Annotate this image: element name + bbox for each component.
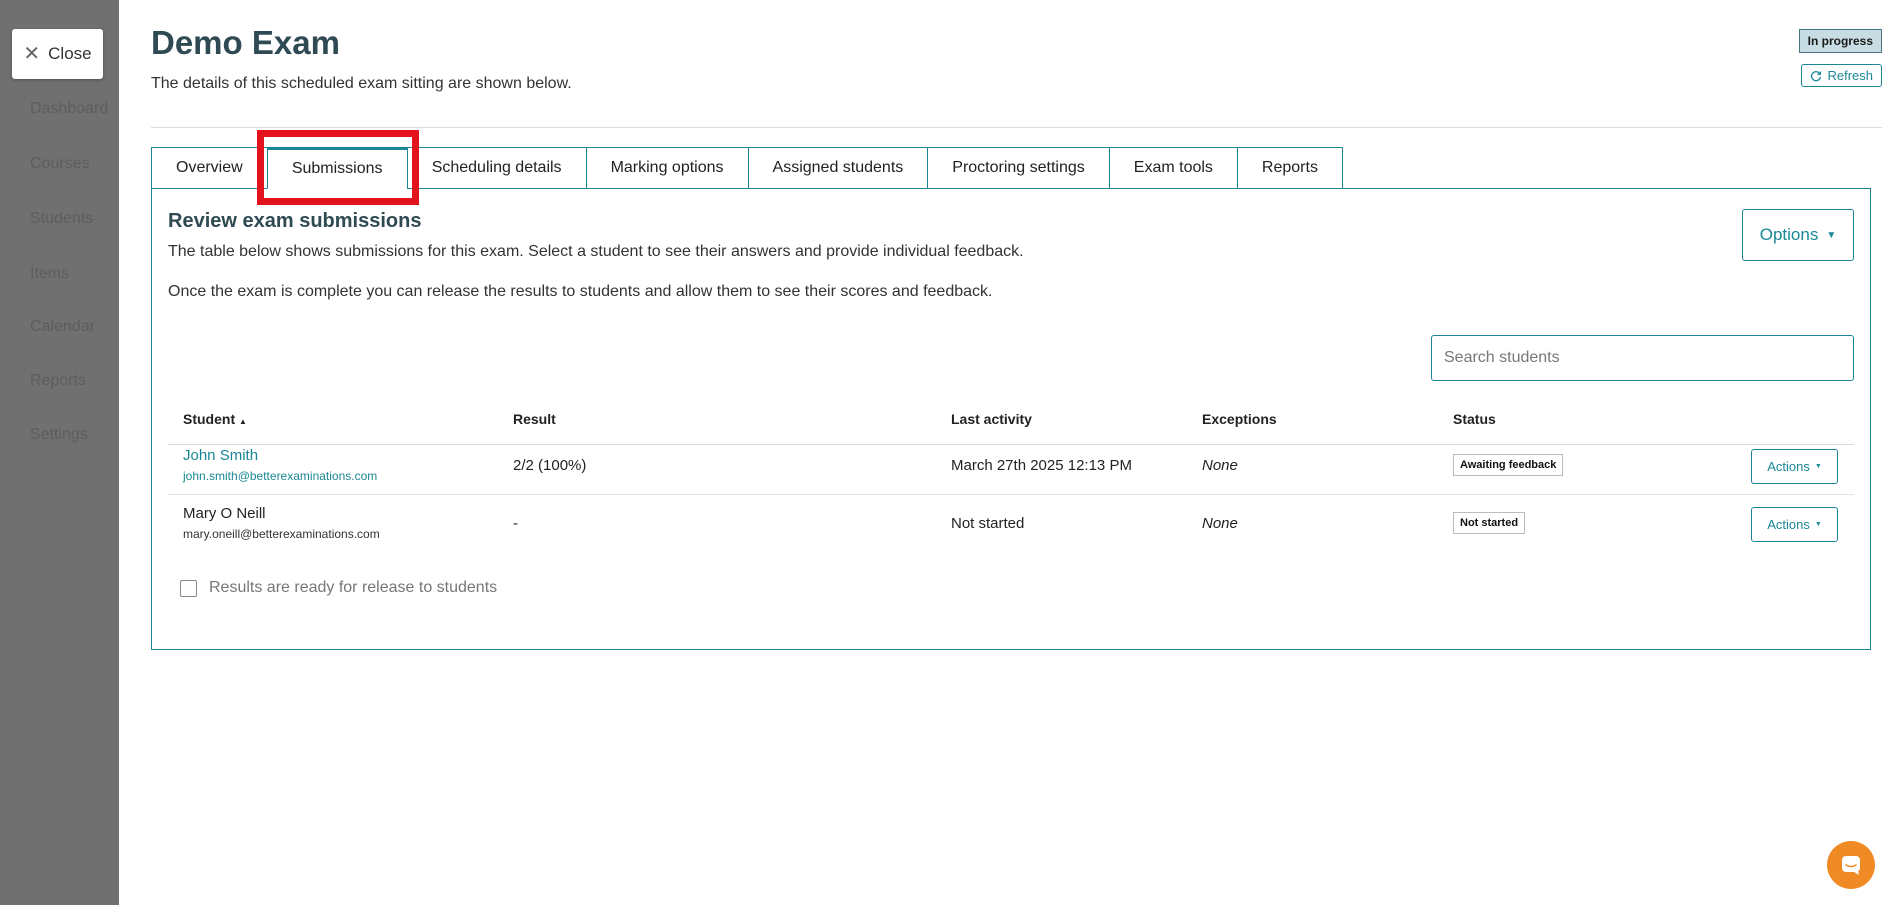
student-email: mary.oneill@betterexaminations.com xyxy=(183,527,380,541)
close-icon: ✕ xyxy=(23,43,41,65)
table-row: Mary O Neill mary.oneill@betterexaminati… xyxy=(168,495,1854,553)
tab-exam-tools[interactable]: Exam tools xyxy=(1108,147,1237,189)
exceptions-cell: None xyxy=(1202,457,1238,474)
section-heading: Review exam submissions xyxy=(168,210,422,232)
app-backdrop: Dashboard Courses Students Items Calenda… xyxy=(0,0,120,905)
sort-ascending-icon: ▲ xyxy=(239,417,247,426)
backdrop-nav-students: Students xyxy=(30,210,94,227)
release-results-label: Results are ready for release to student… xyxy=(209,579,498,596)
release-results-option[interactable]: Results are ready for release to student… xyxy=(180,579,497,597)
refresh-button[interactable]: Refresh xyxy=(1801,64,1882,87)
last-activity-cell: March 27th 2025 12:13 PM xyxy=(951,457,1132,474)
student-name-link[interactable]: John Smith xyxy=(183,447,258,464)
backdrop-nav-calendar: Calendar xyxy=(30,318,95,335)
chat-launcher-button[interactable] xyxy=(1827,841,1875,889)
tab-assigned-students[interactable]: Assigned students xyxy=(747,147,928,189)
close-button[interactable]: ✕ Close xyxy=(12,29,103,79)
options-button[interactable]: Options ▼ xyxy=(1742,209,1854,261)
page-title: Demo Exam xyxy=(151,24,340,61)
column-header-status: Status xyxy=(1453,411,1496,427)
tab-scheduling-details[interactable]: Scheduling details xyxy=(406,147,586,189)
exam-drawer: Demo Exam The details of this scheduled … xyxy=(119,0,1901,905)
chevron-down-icon: ▼ xyxy=(1814,463,1822,470)
student-name: Mary O Neill xyxy=(183,505,266,522)
column-header-result: Result xyxy=(513,411,556,427)
tab-marking-options[interactable]: Marking options xyxy=(585,147,748,189)
header-divider xyxy=(151,127,1882,128)
status-badge: Not started xyxy=(1453,512,1526,534)
release-results-checkbox[interactable] xyxy=(180,579,197,597)
backdrop-nav-items: Items xyxy=(30,265,70,282)
chevron-down-icon: ▼ xyxy=(1814,521,1822,528)
submissions-panel: Review exam submissions The table below … xyxy=(151,188,1871,650)
last-activity-cell: Not started xyxy=(951,515,1025,532)
result-cell: 2/2 (100%) xyxy=(513,457,587,474)
exceptions-cell: None xyxy=(1202,515,1238,532)
section-description: The table below shows submissions for th… xyxy=(168,243,1024,260)
page-subtitle: The details of this scheduled exam sitti… xyxy=(151,75,572,92)
column-header-last-activity: Last activity xyxy=(951,411,1032,427)
close-button-label: Close xyxy=(48,44,92,63)
options-label: Options xyxy=(1759,225,1819,244)
section-description-release: Once the exam is complete you can releas… xyxy=(168,283,993,300)
chat-icon xyxy=(1842,856,1860,875)
backdrop-nav-reports: Reports xyxy=(30,372,87,389)
search-input[interactable] xyxy=(1431,335,1854,381)
status-badge: In progress xyxy=(1798,29,1882,53)
actions-button[interactable]: Actions ▼ xyxy=(1751,449,1838,484)
refresh-icon xyxy=(1811,70,1822,81)
actions-label: Actions xyxy=(1767,459,1810,474)
refresh-label: Refresh xyxy=(1827,68,1873,83)
result-cell: - xyxy=(513,515,518,532)
tab-reports[interactable]: Reports xyxy=(1236,147,1343,189)
backdrop-nav-courses: Courses xyxy=(30,155,90,172)
tab-overview[interactable]: Overview xyxy=(151,147,267,189)
actions-label: Actions xyxy=(1767,517,1810,532)
column-header-student[interactable]: Student ▲ xyxy=(183,411,247,427)
tab-bar: Overview Submissions Scheduling details … xyxy=(151,147,1343,189)
tab-proctoring-settings[interactable]: Proctoring settings xyxy=(927,147,1109,189)
backdrop-nav-dashboard: Dashboard xyxy=(30,100,109,117)
backdrop-nav-settings: Settings xyxy=(30,426,88,443)
table-row: John Smith john.smith@betterexaminations… xyxy=(168,437,1854,495)
column-header-exceptions: Exceptions xyxy=(1202,411,1277,427)
actions-button[interactable]: Actions ▼ xyxy=(1751,507,1838,542)
student-email: john.smith@betterexaminations.com xyxy=(183,469,378,483)
chevron-down-icon: ▼ xyxy=(1826,229,1837,241)
column-student-label: Student xyxy=(183,411,236,427)
tab-submissions[interactable]: Submissions xyxy=(266,147,407,189)
status-badge: Awaiting feedback xyxy=(1453,454,1564,476)
